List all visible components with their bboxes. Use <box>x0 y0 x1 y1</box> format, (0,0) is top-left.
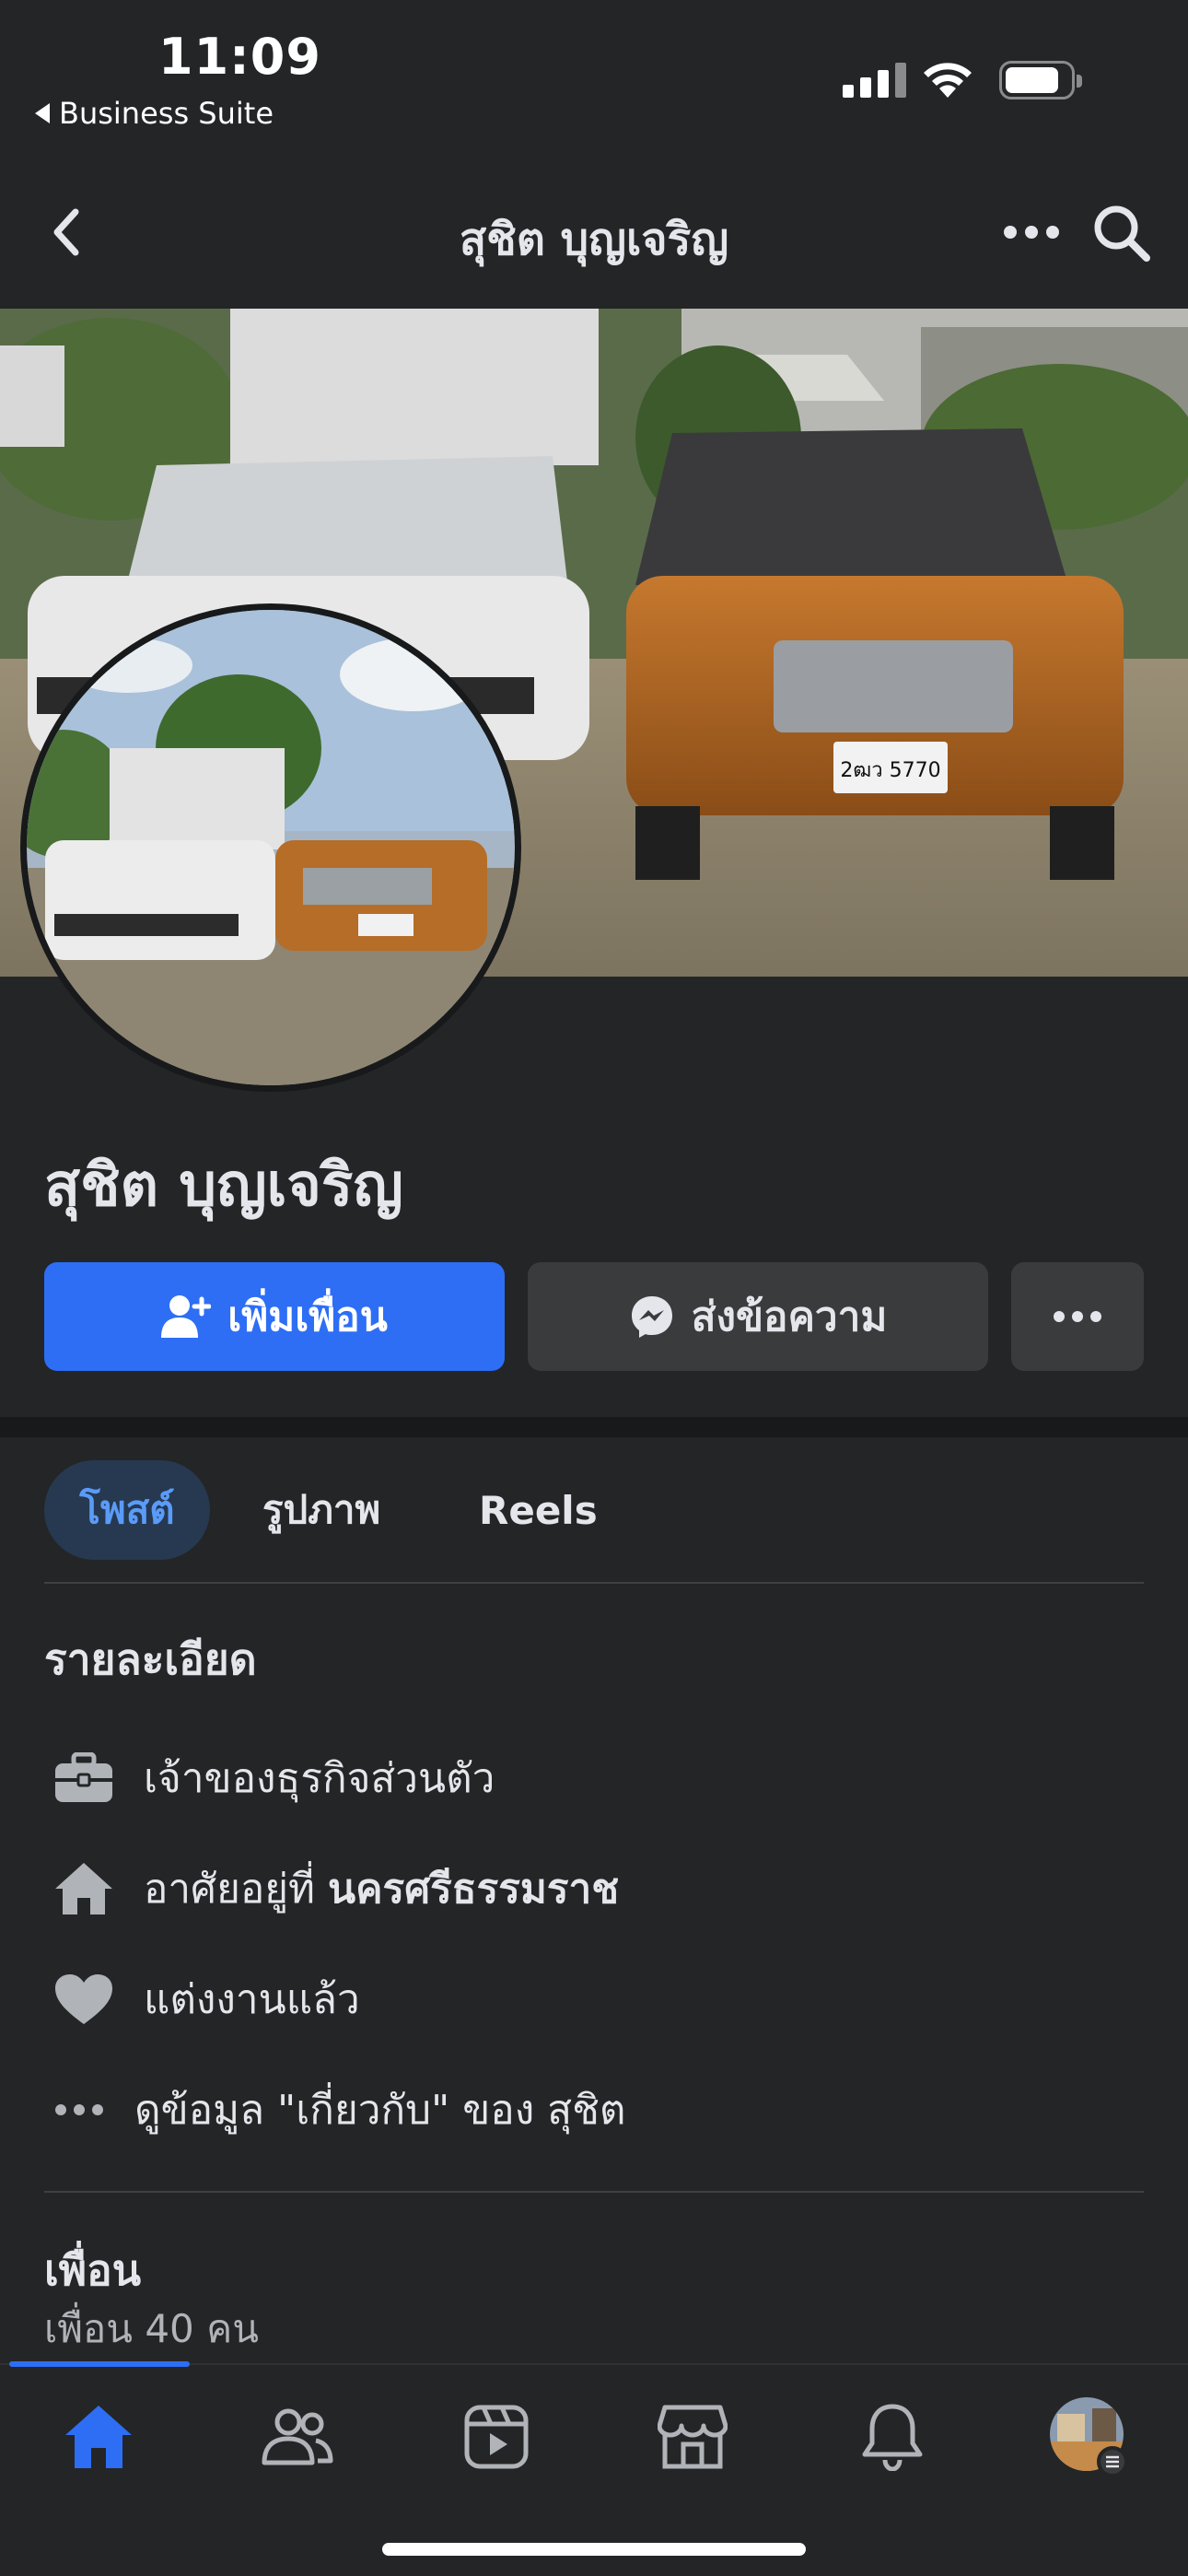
detail-work-text: เจ้าของธุรกิจส่วนตัว <box>144 1755 495 1802</box>
add-friend-icon <box>161 1295 212 1338</box>
back-app-label: Business Suite <box>59 96 274 131</box>
tab-photos[interactable]: รูปภาพ <box>262 1460 380 1560</box>
tab-reels[interactable]: Reels <box>479 1460 598 1560</box>
search-icon[interactable] <box>1091 203 1152 263</box>
cellular-signal-icon <box>843 63 906 98</box>
status-time: 11:09 <box>158 28 321 86</box>
nav-friends[interactable] <box>256 2395 339 2478</box>
bell-icon <box>862 2404 923 2471</box>
profile-avatar-icon <box>1050 2397 1128 2477</box>
home-icon <box>44 1856 122 1921</box>
add-friend-label: เพิ่มเพื่อน <box>227 1294 388 1341</box>
home-indicator <box>382 2543 806 2556</box>
video-icon <box>464 2405 529 2469</box>
active-tab-indicator <box>9 2361 190 2367</box>
briefcase-icon <box>44 1746 122 1810</box>
add-friend-button[interactable]: เพิ่มเพื่อน <box>44 1262 505 1371</box>
send-message-label: ส่งข้อความ <box>691 1294 888 1341</box>
send-message-button[interactable]: ส่งข้อความ <box>528 1262 988 1371</box>
profile-picture[interactable] <box>20 603 521 1092</box>
divider <box>44 1582 1144 1584</box>
marketplace-icon <box>658 2405 728 2469</box>
nav-notifications[interactable] <box>851 2395 934 2478</box>
detail-work: เจ้าของธุรกิจส่วนตัว <box>44 1746 495 1810</box>
nav-marketplace[interactable] <box>651 2395 734 2478</box>
nav-video[interactable] <box>455 2395 538 2478</box>
section-divider <box>0 1417 1188 1437</box>
profile-more-button[interactable] <box>1011 1262 1144 1371</box>
status-bar: 11:09 Business Suite <box>0 0 1188 157</box>
back-triangle-icon <box>35 103 50 123</box>
friends-icon <box>262 2408 333 2465</box>
profile-picture-image <box>27 610 515 1085</box>
nav-profile-menu[interactable] <box>1048 2395 1131 2478</box>
battery-icon <box>999 61 1082 100</box>
details-heading: รายละเอียด <box>44 1634 257 1684</box>
license-plate-text: 2ฒว 5770 <box>840 759 940 782</box>
detail-relationship-text: แต่งงานแล้ว <box>144 1976 360 2023</box>
home-icon <box>65 2406 132 2468</box>
more-options-icon[interactable] <box>1004 221 1065 243</box>
see-about-info-link[interactable]: ดูข้อมูล "เกี่ยวกับ" ของ สุชิต <box>44 2078 626 2142</box>
detail-location-city[interactable]: นครศรีธรรมราช <box>328 1866 619 1913</box>
more-dots-icon <box>1054 1311 1101 1322</box>
back-to-app-link[interactable]: Business Suite <box>35 96 274 131</box>
wifi-icon <box>924 63 972 98</box>
see-about-info-text: ดูข้อมูล "เกี่ยวกับ" ของ สุชิต <box>134 2087 626 2134</box>
divider <box>44 2191 1144 2193</box>
profile-header: สุชิต บุญเจริญ <box>0 157 1188 309</box>
detail-location-prefix: อาศัยอยู่ที่ <box>144 1866 329 1913</box>
nav-home[interactable] <box>57 2395 140 2478</box>
detail-location: อาศัยอยู่ที่ นครศรีธรรมราช <box>44 1856 619 1921</box>
heart-icon <box>44 1967 122 2032</box>
profile-name: สุชิต บุญเจริญ <box>44 1152 403 1220</box>
tab-posts[interactable]: โพสต์ <box>44 1460 210 1560</box>
messenger-icon <box>631 1296 672 1338</box>
friends-count: เพื่อน 40 คน <box>44 2306 259 2351</box>
more-dots-icon <box>44 2078 122 2142</box>
friends-heading: เพื่อน <box>44 2245 142 2295</box>
detail-relationship: แต่งงานแล้ว <box>44 1967 360 2032</box>
